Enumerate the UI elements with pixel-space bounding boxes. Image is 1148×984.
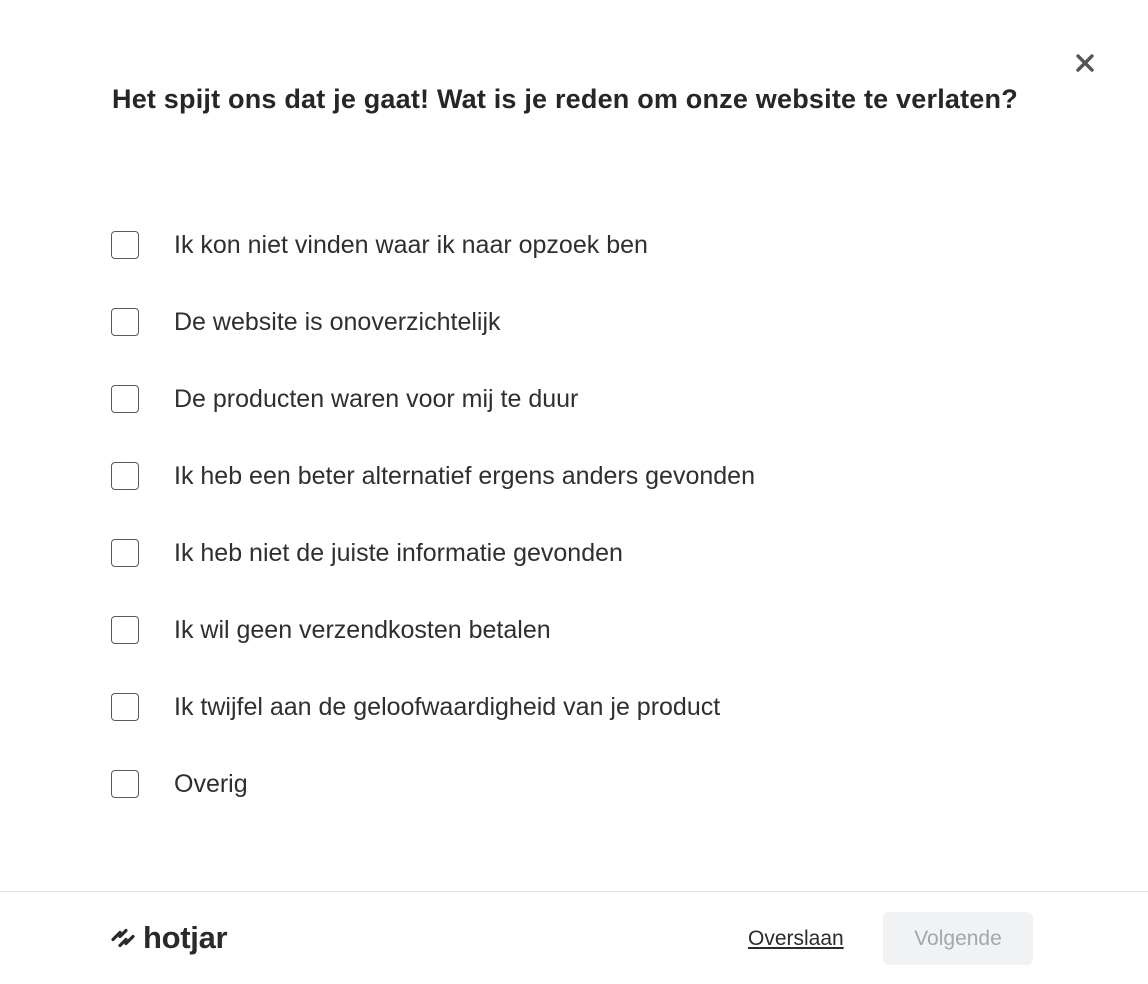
- hotjar-logo-icon: [111, 928, 135, 948]
- close-icon: [1076, 54, 1094, 72]
- answer-option-label: Ik twijfel aan de geloofwaardigheid van …: [174, 692, 721, 721]
- checkbox[interactable]: [111, 769, 139, 798]
- answer-option-label: De website is onoverzichtelijk: [174, 307, 501, 336]
- skip-link[interactable]: Overslaan: [748, 927, 844, 951]
- checkbox[interactable]: [111, 692, 139, 721]
- hotjar-logo[interactable]: hotjar: [111, 918, 228, 958]
- hotjar-logo-text: hotjar: [143, 920, 228, 955]
- checkbox[interactable]: [111, 230, 139, 259]
- checkbox[interactable]: [111, 461, 139, 490]
- answer-option[interactable]: Overig: [111, 745, 1011, 822]
- checkbox[interactable]: [111, 384, 139, 413]
- answer-option[interactable]: Ik wil geen verzendkosten betalen: [111, 591, 1011, 668]
- answer-option-label: Overig: [174, 769, 248, 798]
- survey-question: Het spijt ons dat je gaat! Wat is je red…: [112, 84, 1018, 114]
- survey-footer: hotjar Overslaan Volgende: [0, 891, 1148, 984]
- answer-option[interactable]: Ik heb niet de juiste informatie gevonde…: [111, 514, 1011, 591]
- exit-survey-dialog: Het spijt ons dat je gaat! Wat is je red…: [0, 0, 1148, 984]
- answer-option[interactable]: De website is onoverzichtelijk: [111, 283, 1011, 360]
- answer-option-label: Ik kon niet vinden waar ik naar opzoek b…: [174, 230, 648, 259]
- answer-options-list: Ik kon niet vinden waar ik naar opzoek b…: [111, 206, 1011, 822]
- checkbox[interactable]: [111, 615, 139, 644]
- next-button[interactable]: Volgende: [883, 912, 1033, 965]
- answer-option[interactable]: Ik twijfel aan de geloofwaardigheid van …: [111, 668, 1011, 745]
- answer-option[interactable]: Ik heb een beter alternatief ergens ande…: [111, 437, 1011, 514]
- close-button[interactable]: [1071, 49, 1099, 77]
- answer-option-label: Ik heb een beter alternatief ergens ande…: [174, 461, 755, 490]
- answer-option[interactable]: Ik kon niet vinden waar ik naar opzoek b…: [111, 206, 1011, 283]
- checkbox[interactable]: [111, 307, 139, 336]
- answer-option-label: De producten waren voor mij te duur: [174, 384, 579, 413]
- checkbox[interactable]: [111, 538, 139, 567]
- answer-option[interactable]: De producten waren voor mij te duur: [111, 360, 1011, 437]
- answer-option-label: Ik heb niet de juiste informatie gevonde…: [174, 538, 623, 567]
- answer-option-label: Ik wil geen verzendkosten betalen: [174, 615, 551, 644]
